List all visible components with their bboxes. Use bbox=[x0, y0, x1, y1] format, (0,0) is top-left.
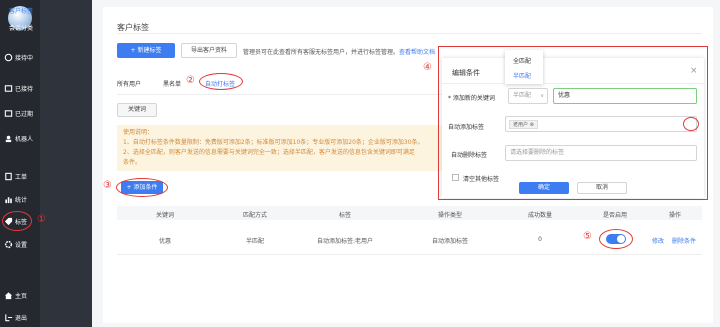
sidebar-item-stats[interactable]: 统计 bbox=[4, 195, 27, 204]
column-header: 是否启用 bbox=[602, 212, 627, 219]
sidebar-item-expired[interactable]: 已过期 bbox=[4, 109, 33, 118]
annotation-ring-sidebar bbox=[2, 211, 32, 231]
delete-condition-link[interactable]: 删除条件 bbox=[668, 236, 700, 245]
match-select[interactable]: 半匹配 ∨ bbox=[508, 88, 548, 104]
dialog-title: 编辑条件 bbox=[452, 69, 480, 77]
column-header: 成功数量 bbox=[527, 212, 552, 219]
sidebar-item-label: 已过期 bbox=[15, 111, 34, 118]
edit-link[interactable]: 修改 bbox=[648, 236, 668, 245]
column-header: 标签 bbox=[338, 212, 351, 219]
column-header: 操作 bbox=[668, 212, 681, 219]
keyword-label: * 添加新的关键词 bbox=[448, 95, 495, 102]
new-tag-button[interactable]: + 新建标签 bbox=[117, 43, 175, 58]
annotation-3: ③ bbox=[103, 180, 112, 191]
divider bbox=[117, 33, 702, 34]
annotation-ring-tab bbox=[199, 73, 243, 90]
help-link[interactable]: 查看帮助文档 bbox=[399, 49, 435, 56]
sidebar-item-received[interactable]: 已接待 bbox=[4, 84, 33, 93]
column-header: 操作类型 bbox=[437, 212, 462, 219]
logout-icon bbox=[5, 314, 13, 322]
annotation-2: ② bbox=[186, 75, 195, 86]
usage-notice: 使用说明： 1、自动打标签条件数量限制：免费版可添加2条；标准版可添加10条；专… bbox=[117, 125, 457, 171]
tab-keyword[interactable]: 关键词 bbox=[117, 103, 157, 117]
tab-all-users[interactable]: 所有用户 bbox=[117, 79, 141, 88]
sidebar-item-chatting[interactable]: 接待中 bbox=[4, 53, 33, 62]
page-title: 客户标签 bbox=[117, 23, 149, 32]
chat-icon bbox=[4, 53, 13, 62]
sidebar-item-label: 退出 bbox=[15, 315, 28, 322]
cell-match: 半匹配 bbox=[245, 238, 264, 245]
export-button[interactable]: 导出客户资料 bbox=[181, 43, 237, 58]
sidebar-item-settings[interactable]: 设置 bbox=[4, 240, 27, 249]
sidebar-item-robot[interactable]: 机器人 bbox=[4, 134, 33, 143]
submenu-item-session-category[interactable]: 会话分类 bbox=[9, 23, 33, 32]
submenu bbox=[40, 0, 92, 327]
sidebar-item-home[interactable]: 主页 bbox=[4, 291, 27, 300]
sidebar-item-label: 设置 bbox=[15, 242, 28, 249]
remove-tag-label: 自动删除标签 bbox=[451, 152, 488, 159]
annotation-4: ④ bbox=[423, 62, 432, 73]
sidebar-item-ticket[interactable]: 工单 bbox=[4, 172, 27, 181]
chevron-down-icon: ∨ bbox=[540, 93, 544, 99]
tab-blacklist[interactable]: 黑名单 bbox=[163, 79, 181, 88]
keyword-input[interactable]: 优惠 bbox=[553, 88, 697, 104]
cancel-button[interactable]: 取消 bbox=[577, 182, 627, 194]
tag-chip: 老用户 ⊗ bbox=[509, 120, 538, 129]
sidebar-item-label: 工单 bbox=[15, 174, 28, 181]
dropdown-option-full[interactable]: 全匹配 bbox=[513, 56, 531, 65]
annotation-ring-add bbox=[116, 178, 168, 197]
cell-tag: 自动添加标签:老用户 bbox=[316, 238, 374, 245]
match-dropdown: 全匹配 半匹配 bbox=[505, 50, 543, 84]
add-tag-select[interactable]: 老用户 ⊗ bbox=[505, 116, 697, 132]
cell-type: 自动添加标签 bbox=[431, 238, 468, 245]
sidebar-item-label: 机器人 bbox=[15, 136, 34, 143]
cell-keyword: 优惠 bbox=[158, 238, 171, 245]
annotation-ring-toggle bbox=[599, 229, 633, 249]
column-header: 匹配方式 bbox=[242, 212, 267, 219]
confirm-button[interactable]: 确定 bbox=[519, 182, 569, 194]
column-header: 关键词 bbox=[155, 212, 174, 219]
row-divider bbox=[117, 254, 702, 255]
sidebar-item-label: 主页 bbox=[15, 293, 28, 300]
submenu-item-customer-tags[interactable]: 客户标签 bbox=[9, 6, 33, 15]
expired-icon bbox=[4, 110, 13, 117]
sidebar-item-label: 已接待 bbox=[15, 86, 34, 93]
close-icon[interactable]: × bbox=[690, 66, 698, 76]
dialog-header bbox=[442, 58, 704, 84]
admin-tip: 管理员可在此查看所有客服无标签用户，并进行标签管理。查看帮助文档 bbox=[243, 49, 436, 56]
add-tag-label: 自动添加标签 bbox=[448, 124, 485, 131]
sidebar-item-label: 接待中 bbox=[15, 55, 34, 62]
sidebar-item-label: 统计 bbox=[15, 197, 28, 204]
cell-count: 0 bbox=[538, 236, 542, 243]
annotation-ring-tag-select bbox=[683, 117, 699, 131]
gear-icon bbox=[4, 240, 13, 249]
clear-other-checkbox[interactable] bbox=[452, 174, 459, 181]
clear-other-label: 清空其他标签 bbox=[463, 176, 500, 183]
history-icon bbox=[4, 85, 13, 92]
annotation-1: ① bbox=[37, 214, 46, 225]
home-icon bbox=[4, 292, 13, 300]
sidebar-item-logout[interactable]: 退出 bbox=[4, 313, 27, 322]
chart-icon bbox=[5, 197, 12, 204]
dropdown-option-half[interactable]: 半匹配 bbox=[513, 71, 531, 80]
robot-icon bbox=[5, 135, 12, 143]
annotation-5: ⑤ bbox=[583, 231, 592, 242]
ticket-icon bbox=[5, 172, 12, 181]
sidebar bbox=[0, 0, 40, 327]
remove-tag-select[interactable]: 请选择要删除的标签 bbox=[505, 145, 697, 161]
